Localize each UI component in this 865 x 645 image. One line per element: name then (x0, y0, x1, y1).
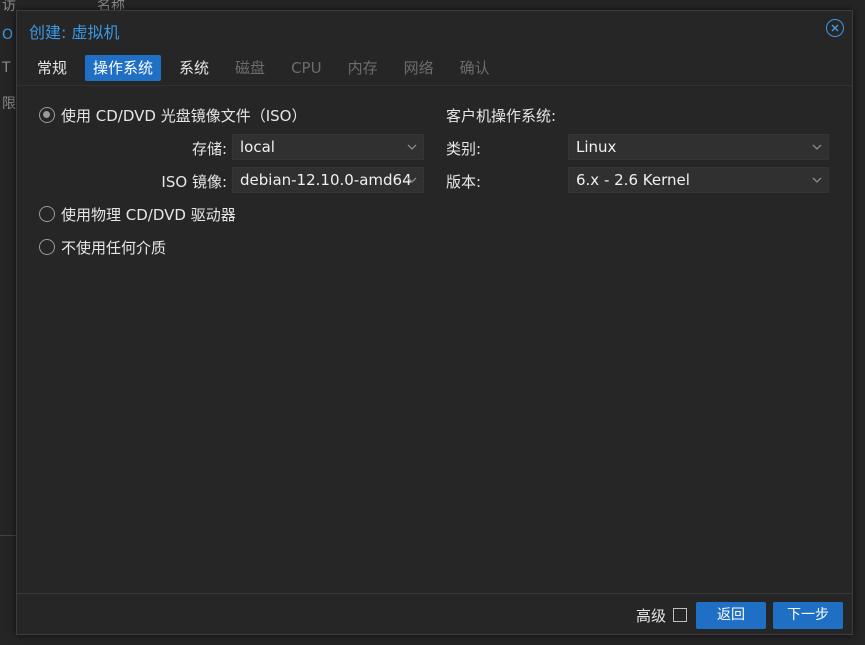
radio-unchecked-icon (39, 239, 55, 255)
storage-value: local (240, 138, 275, 156)
os-version-label: 版本: (446, 173, 482, 191)
radio-label: 使用物理 CD/DVD 驱动器 (61, 205, 236, 224)
tab-divider (17, 85, 852, 86)
storage-label: 存储: (191, 140, 227, 158)
tab-os[interactable]: 操作系统 (85, 55, 162, 81)
close-icon (831, 24, 839, 32)
tab-network: 网络 (403, 59, 434, 77)
iso-label: ISO 镜像: (161, 173, 227, 191)
dialog-title: 创建: 虚拟机 (29, 23, 120, 42)
bg-divider (0, 535, 16, 536)
tab-system[interactable]: 系统 (171, 55, 217, 81)
radio-unchecked-icon (39, 206, 55, 222)
chevron-down-icon (812, 144, 822, 150)
iso-select[interactable]: debian-12.10.0-amd64 (232, 167, 424, 193)
os-type-label: 类别: (446, 140, 482, 158)
chevron-down-icon (407, 177, 417, 183)
os-version-value: 6.x - 2.6 Kernel (576, 171, 690, 189)
tab-general[interactable]: 常规 (29, 55, 75, 81)
chevron-down-icon (407, 144, 417, 150)
radio-label: 不使用任何介质 (61, 238, 167, 257)
iso-value: debian-12.10.0-amd64 (240, 171, 412, 189)
bg-text: T (2, 60, 11, 76)
guest-os-heading: 客户机操作系统: (446, 107, 557, 125)
back-button[interactable]: 返回 (696, 602, 766, 629)
create-vm-dialog: 创建: 虚拟机 常规 操作系统 系统 磁盘 CPU 内存 网络 确认 使用 CD… (16, 10, 853, 635)
tab-memory: 内存 (347, 59, 378, 77)
os-type-value: Linux (576, 138, 617, 156)
radio-physical-drive[interactable]: 使用物理 CD/DVD 驱动器 (39, 203, 236, 225)
close-button[interactable] (826, 19, 844, 37)
radio-label: 使用 CD/DVD 光盘镜像文件（ISO） (61, 106, 307, 125)
advanced-label: 高级 (636, 607, 667, 625)
os-version-select[interactable]: 6.x - 2.6 Kernel (568, 167, 829, 193)
chevron-down-icon (812, 177, 822, 183)
bg-text: 访 (2, 0, 16, 14)
tab-cpu: CPU (291, 59, 322, 77)
tab-confirm: 确认 (459, 59, 490, 77)
os-type-select[interactable]: Linux (568, 134, 829, 160)
bg-text: 限 (2, 96, 16, 112)
storage-select[interactable]: local (232, 134, 424, 160)
radio-checked-icon (39, 107, 55, 123)
next-button[interactable]: 下一步 (773, 602, 843, 629)
bg-text: O (2, 27, 14, 43)
wizard-tabs: 常规 操作系统 系统 磁盘 CPU 内存 网络 确认 (29, 55, 508, 81)
radio-no-media[interactable]: 不使用任何介质 (39, 236, 166, 258)
radio-use-iso[interactable]: 使用 CD/DVD 光盘镜像文件（ISO） (39, 104, 306, 126)
advanced-checkbox[interactable] (673, 608, 687, 622)
tab-disks: 磁盘 (235, 59, 266, 77)
footer-divider (17, 593, 852, 594)
